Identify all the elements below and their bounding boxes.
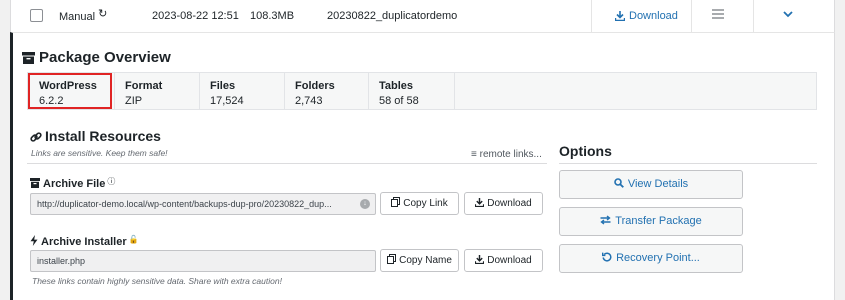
stat-folders: Folders 2,743 (295, 73, 335, 109)
package-type: Manual ↻ (59, 8, 108, 23)
remote-links-label: remote links... (479, 149, 542, 160)
link-icon (30, 132, 42, 142)
stat-tables: Tables 58 of 58 (379, 73, 419, 109)
archive-url-value: http://duplicator-demo.local/wp-content/… (37, 199, 332, 209)
copy-link-button[interactable]: Copy Link (380, 192, 459, 215)
column-divider (753, 0, 754, 32)
package-name: 20230822_duplicatordemo (327, 10, 458, 22)
column-divider (591, 0, 592, 32)
package-checkbox[interactable] (30, 9, 43, 22)
stat-divider (368, 73, 369, 109)
package-overview-heading: Package Overview (22, 49, 171, 66)
arrow-down-icon: ↓ (360, 199, 370, 209)
bolt-icon (30, 235, 38, 246)
copy-icon (391, 197, 401, 207)
package-size: 108.3MB (250, 10, 295, 22)
archive-installer-heading: Archive Installer 🔓 (30, 235, 139, 248)
archive-file-heading: Archive File ⓘ (30, 176, 115, 190)
stat-value: ZIP (125, 95, 143, 107)
installer-name-field[interactable]: installer.php (30, 250, 376, 272)
recovery-point-button[interactable]: Recovery Point... (559, 244, 743, 273)
stat-value: 58 of 58 (379, 95, 419, 107)
stat-format: Format ZIP (125, 73, 162, 109)
install-resources-heading: Install Resources (30, 128, 161, 144)
package-stats: WordPress 6.2.2 Format ZIP Files 17,524 … (27, 72, 817, 110)
unlock-icon: 🔓 (128, 235, 139, 244)
list-icon: ≡ (471, 149, 477, 160)
row-expand-button[interactable] (782, 8, 794, 23)
links-sensitive-note: Links are sensitive. Keep them safe! (31, 148, 168, 158)
archive-installer-title: Archive Installer (41, 236, 127, 248)
installer-name-value: installer.php (37, 256, 86, 266)
stat-label: Tables (379, 80, 414, 92)
package-date: 2023-08-22 12:51 (152, 10, 239, 22)
column-divider (691, 0, 692, 32)
stat-value: 17,524 (210, 95, 244, 107)
stat-divider (199, 73, 200, 109)
wordpress-highlight-box (28, 73, 112, 109)
stat-label: Folders (295, 80, 335, 92)
stat-divider (284, 73, 285, 109)
options-heading: Options (559, 143, 612, 159)
search-icon (614, 178, 624, 188)
package-row: Manual ↻ 2023-08-22 12:51 108.3MB 2023082… (10, 0, 835, 32)
remote-links-link[interactable]: ≡ remote links... (471, 149, 542, 160)
install-resources-title: Install Resources (45, 128, 161, 144)
stat-label: Format (125, 80, 163, 92)
transfer-package-button[interactable]: Transfer Package (559, 207, 743, 236)
download-icon (475, 255, 485, 265)
row-download-button[interactable]: Download (614, 10, 678, 22)
stat-label: Files (210, 80, 236, 92)
help-icon[interactable]: ⓘ (107, 177, 115, 186)
archive-download-label: Download (487, 198, 532, 209)
download-icon (614, 11, 626, 22)
view-details-label: View Details (627, 178, 689, 190)
stat-value: 2,743 (295, 95, 323, 107)
archive-url-field[interactable]: http://duplicator-demo.local/wp-content/… (30, 193, 376, 215)
stat-divider (114, 73, 115, 109)
package-overview-title: Package Overview (39, 49, 171, 66)
archive-box-icon (30, 178, 40, 188)
download-icon (475, 198, 485, 208)
divider (559, 163, 817, 164)
stat-files: Files 17,524 (210, 73, 244, 109)
row-menu-button[interactable] (712, 9, 724, 22)
copy-name-button[interactable]: Copy Name (380, 249, 459, 272)
copy-link-label: Copy Link (403, 198, 448, 209)
archive-file-title: Archive File (43, 178, 106, 190)
sensitive-data-warning: These links contain highly sensitive dat… (32, 276, 282, 286)
copy-icon (387, 254, 397, 264)
menu-icon (712, 9, 724, 19)
transfer-icon (600, 215, 611, 225)
view-details-button[interactable]: View Details (559, 170, 743, 199)
package-type-label: Manual (59, 11, 96, 23)
transfer-package-label: Transfer Package (615, 215, 702, 227)
undo-icon (601, 252, 612, 262)
stat-divider (454, 73, 455, 109)
divider (27, 163, 547, 164)
refresh-icon: ↻ (98, 8, 108, 20)
recovery-point-label: Recovery Point... (616, 252, 700, 264)
chevron-down-icon (783, 11, 793, 18)
archive-download-button[interactable]: Download (464, 192, 543, 215)
archive-box-icon (22, 52, 35, 64)
installer-download-button[interactable]: Download (464, 249, 543, 272)
installer-download-label: Download (487, 255, 532, 266)
row-download-label: Download (629, 10, 678, 22)
copy-name-label: Copy Name (399, 255, 452, 266)
